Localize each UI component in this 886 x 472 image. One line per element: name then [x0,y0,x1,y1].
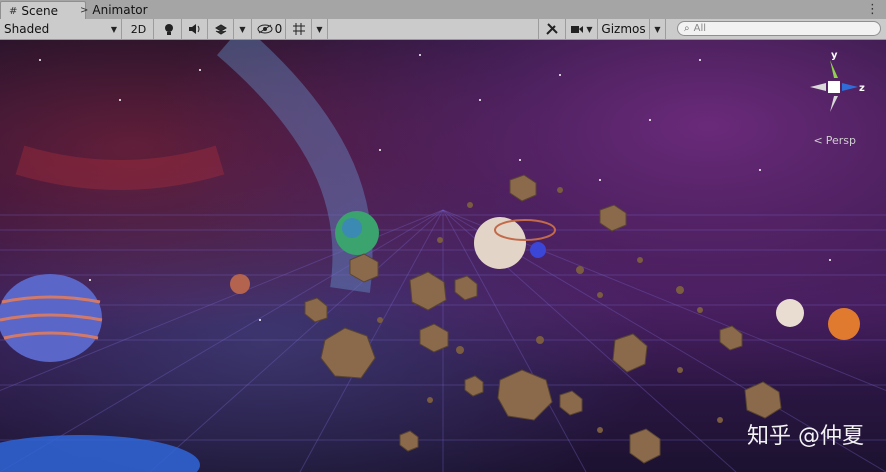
gizmos-button[interactable]: Gizmos [598,19,650,39]
tools-button[interactable] [538,19,566,39]
grid-icon [292,23,305,35]
tab-animator[interactable]: > Animator [72,1,174,19]
hidden-eye-icon [257,24,273,34]
gizmo-z-label: z [859,83,865,94]
white-planet [776,299,804,327]
tab-animator-label: Animator [92,3,148,17]
nebula-streak [216,40,373,293]
search-placeholder: All [693,23,707,34]
persp-icon: < [813,134,823,147]
gizmos-dropdown[interactable]: ▼ [650,19,666,39]
gizmo-neg-y-axis[interactable] [830,96,838,112]
animator-icon: > [80,4,89,16]
shading-mode-dropdown[interactable]: Shaded ▼ [0,19,122,39]
layers-icon [214,24,227,35]
tools-icon [546,23,558,35]
tab-bar: # Scene > Animator ⋮ [0,0,886,20]
audio-toggle[interactable] [182,19,208,39]
scene-toolbar: Shaded ▼ 2D ▼ 0 ▼ ▼ Gizmos ▼ ⌕ All [0,19,886,40]
gizmo-center-cube[interactable] [828,81,840,93]
search-field[interactable]: ⌕ All [677,21,881,36]
orientation-gizmo[interactable]: y z [800,46,876,126]
shading-mode-label: Shaded [4,22,50,36]
chevron-down-icon: ▼ [316,24,323,34]
nebula-red [15,145,225,190]
orange-planet [828,308,860,340]
small-blue-planet [530,242,546,258]
gizmo-y-axis[interactable] [830,60,838,78]
small-red-planet [230,274,250,294]
camera-icon [571,26,584,33]
mode-2d-label: 2D [130,22,147,36]
projection-label: Persp [825,134,856,147]
chevron-down-icon: ▼ [654,24,661,34]
chevron-down-icon: ▼ [239,24,246,34]
effects-dropdown[interactable]: ▼ [234,19,252,39]
more-options-icon[interactable]: ⋮ [866,2,879,17]
tab-scene-label: Scene [21,4,58,18]
search-icon: ⌕ [684,23,690,34]
speaker-icon [188,24,199,34]
effects-toggle[interactable] [208,19,234,39]
grid-toggle[interactable] [286,19,312,39]
gizmo-z-axis[interactable] [842,83,858,91]
scene-visibility-toggle[interactable]: 0 [254,19,286,39]
hidden-count: 0 [274,22,283,36]
watermark-text: 知乎 @仲夏 [747,424,864,449]
chevron-down-icon: ▼ [110,24,117,34]
grid-dropdown[interactable]: ▼ [312,19,328,39]
foreground-planet [0,435,200,472]
chevron-down-icon: ▼ [586,24,593,34]
hash-grid-icon: # [9,5,18,17]
gizmos-label: Gizmos [601,22,646,36]
gizmo-y-label: y [831,50,838,61]
camera-dropdown[interactable]: ▼ [566,19,598,39]
scene-viewport[interactable]: y z < Persp 知乎 @仲夏 [0,40,886,472]
projection-toggle[interactable]: < Persp [814,134,856,147]
mode-2d-button[interactable]: 2D [124,19,154,39]
space-scene-render [0,40,886,472]
lightbulb-icon [164,23,173,35]
lighting-toggle[interactable] [156,19,182,39]
gizmo-neg-x-axis[interactable] [810,83,826,91]
